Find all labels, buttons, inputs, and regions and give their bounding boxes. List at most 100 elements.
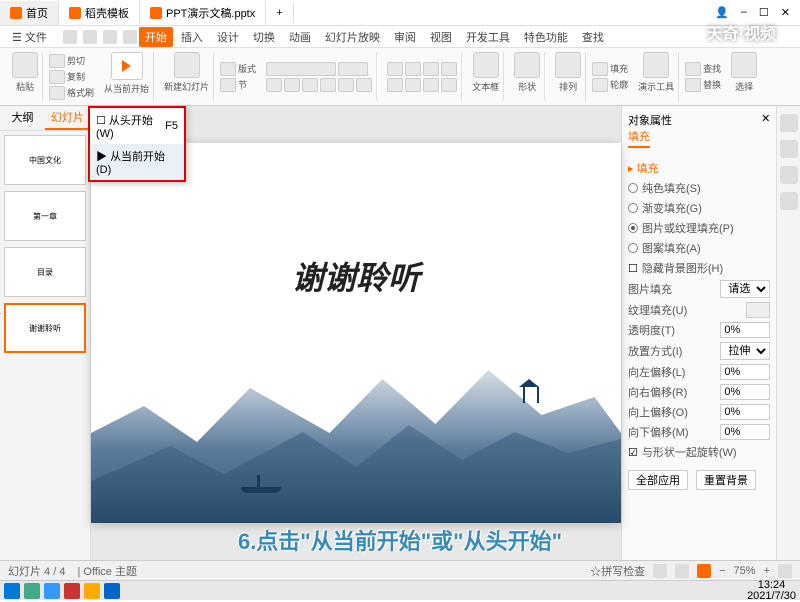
menu-view[interactable]: 视图 bbox=[424, 27, 458, 47]
save-icon[interactable] bbox=[63, 30, 77, 44]
dropdown-from-current[interactable]: ▶ 从当前开始(D) bbox=[90, 144, 184, 180]
radio-pattern-fill[interactable]: 图案填充(A) bbox=[628, 240, 770, 256]
menu-dev[interactable]: 开发工具 bbox=[460, 27, 516, 47]
underline-icon[interactable] bbox=[302, 78, 318, 92]
new-slide-icon[interactable] bbox=[174, 52, 200, 78]
task-icon-5[interactable] bbox=[104, 583, 120, 599]
menu-slideshow[interactable]: 幻灯片放映 bbox=[319, 27, 386, 47]
maximize-icon[interactable]: ☐ bbox=[759, 6, 769, 19]
menu-special[interactable]: 特色功能 bbox=[518, 27, 574, 47]
prop-tab-fill[interactable]: 填充 bbox=[628, 128, 650, 148]
thumb-2[interactable]: 2第一章 bbox=[4, 191, 86, 241]
tab-home[interactable]: 首页 bbox=[0, 1, 59, 25]
apply-all-button[interactable]: 全部应用 bbox=[628, 470, 688, 490]
align-center-icon[interactable] bbox=[405, 78, 421, 92]
tab-outline[interactable]: 大纲 bbox=[0, 106, 45, 130]
prop-close-icon[interactable]: ✕ bbox=[761, 112, 770, 128]
tools-icon[interactable] bbox=[643, 52, 669, 78]
bold-icon[interactable] bbox=[266, 78, 282, 92]
radio-gradient-fill[interactable]: 渐变填充(G) bbox=[628, 200, 770, 216]
spellcheck-label[interactable]: ☆拼写检查 bbox=[590, 563, 645, 579]
replace-icon[interactable] bbox=[685, 78, 701, 92]
font-select[interactable] bbox=[266, 62, 336, 76]
find-icon[interactable] bbox=[685, 62, 701, 76]
transparency-input[interactable] bbox=[720, 322, 770, 338]
task-icon-4[interactable] bbox=[84, 583, 100, 599]
thumb-3[interactable]: 3目录 bbox=[4, 247, 86, 297]
texture-select[interactable] bbox=[746, 302, 770, 318]
offset-m-input[interactable] bbox=[720, 424, 770, 440]
dropdown-from-beginning[interactable]: ☐ 从头开始(W)F5 bbox=[90, 108, 184, 144]
tab-new[interactable]: + bbox=[266, 3, 293, 23]
arrange-icon[interactable] bbox=[555, 52, 581, 78]
numbering-icon[interactable] bbox=[405, 62, 421, 76]
menu-start[interactable]: 开始 bbox=[139, 27, 173, 47]
view-normal-icon[interactable] bbox=[653, 564, 667, 578]
task-icon-1[interactable] bbox=[24, 583, 40, 599]
radio-solid-fill[interactable]: 纯色填充(S) bbox=[628, 180, 770, 196]
slide[interactable]: 谢谢聆听 bbox=[91, 143, 621, 523]
offset-o-input[interactable] bbox=[720, 404, 770, 420]
highlight-icon[interactable] bbox=[356, 78, 372, 92]
tile-select[interactable]: 拉伸 bbox=[720, 342, 770, 360]
view-sorter-icon[interactable] bbox=[675, 564, 689, 578]
menu-animation[interactable]: 动画 bbox=[283, 27, 317, 47]
sidebar-anim-icon[interactable] bbox=[780, 140, 798, 158]
redo-icon[interactable] bbox=[123, 30, 137, 44]
section-icon[interactable] bbox=[220, 78, 236, 92]
select-icon[interactable] bbox=[731, 52, 757, 78]
user-icon[interactable]: 👤 bbox=[715, 6, 729, 19]
fontsize-select[interactable] bbox=[338, 62, 368, 76]
thumb-1[interactable]: 1中国文化 bbox=[4, 135, 86, 185]
indent-dec-icon[interactable] bbox=[423, 62, 439, 76]
strike-icon[interactable] bbox=[320, 78, 336, 92]
indent-inc-icon[interactable] bbox=[441, 62, 457, 76]
sidebar-trans-icon[interactable] bbox=[780, 166, 798, 184]
minimize-icon[interactable]: – bbox=[741, 6, 747, 19]
offset-r-input[interactable] bbox=[720, 384, 770, 400]
menu-file[interactable]: ☰ 文件 bbox=[6, 27, 53, 47]
fit-icon[interactable] bbox=[778, 564, 792, 578]
fontcolor-icon[interactable] bbox=[338, 78, 354, 92]
check-hide-bg[interactable]: ☐隐藏背景图形(H) bbox=[628, 260, 770, 276]
paste-icon[interactable] bbox=[12, 52, 38, 78]
pic-fill-select[interactable]: 请选择图片 bbox=[720, 280, 770, 298]
menu-review[interactable]: 审阅 bbox=[388, 27, 422, 47]
align-justify-icon[interactable] bbox=[441, 78, 457, 92]
start-icon[interactable] bbox=[4, 583, 20, 599]
sidebar-tool-icon[interactable] bbox=[780, 192, 798, 210]
menu-design[interactable]: 设计 bbox=[211, 27, 245, 47]
print-icon[interactable] bbox=[83, 30, 97, 44]
bullets-icon[interactable] bbox=[387, 62, 403, 76]
shape-fill-icon[interactable] bbox=[592, 62, 608, 76]
tab-document[interactable]: PPT演示文稿.pptx bbox=[140, 1, 266, 25]
layout-icon[interactable] bbox=[220, 62, 236, 76]
check-rotate-shape[interactable]: ☑与形状一起旋转(W) bbox=[628, 444, 770, 460]
tab-template[interactable]: 稻壳模板 bbox=[59, 1, 140, 25]
menu-insert[interactable]: 插入 bbox=[175, 27, 209, 47]
task-icon-2[interactable] bbox=[44, 583, 60, 599]
offset-l-input[interactable] bbox=[720, 364, 770, 380]
menu-find[interactable]: 查找 bbox=[576, 27, 610, 47]
taskbar-clock[interactable]: 13:242021/7/30 bbox=[747, 580, 796, 602]
shape-outline-icon[interactable] bbox=[592, 78, 608, 92]
task-icon-3[interactable] bbox=[64, 583, 80, 599]
reset-bg-button[interactable]: 重置背景 bbox=[696, 470, 756, 490]
zoom-in[interactable]: + bbox=[764, 565, 770, 577]
cut-icon[interactable] bbox=[49, 54, 65, 68]
close-icon[interactable]: ✕ bbox=[781, 6, 790, 19]
copy-icon[interactable] bbox=[49, 70, 65, 84]
zoom-out[interactable]: − bbox=[719, 565, 725, 577]
align-right-icon[interactable] bbox=[423, 78, 439, 92]
play-from-current-button[interactable] bbox=[111, 52, 143, 80]
italic-icon[interactable] bbox=[284, 78, 300, 92]
thumb-4[interactable]: 4谢谢聆听 bbox=[4, 303, 86, 353]
textbox-icon[interactable] bbox=[473, 52, 499, 78]
radio-picture-fill[interactable]: 图片或纹理填充(P) bbox=[628, 220, 770, 236]
menu-transition[interactable]: 切换 bbox=[247, 27, 281, 47]
view-slideshow-icon[interactable] bbox=[697, 564, 711, 578]
align-left-icon[interactable] bbox=[387, 78, 403, 92]
tab-slides[interactable]: 幻灯片 bbox=[45, 106, 90, 130]
shape-icon[interactable] bbox=[514, 52, 540, 78]
sidebar-design-icon[interactable] bbox=[780, 114, 798, 132]
